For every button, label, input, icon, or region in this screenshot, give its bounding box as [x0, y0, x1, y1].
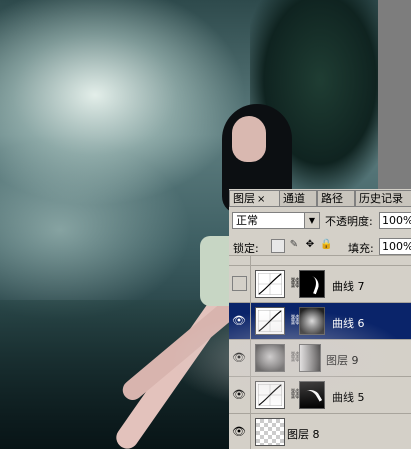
- tab-paths-label: 路径: [321, 192, 343, 205]
- face: [232, 116, 266, 162]
- divider: [250, 266, 251, 303]
- tab-channels[interactable]: 通道: [279, 190, 317, 206]
- fill-label: 填充:: [348, 242, 374, 255]
- chevron-down-icon[interactable]: ▼: [304, 213, 319, 228]
- blend-mode-value: 正常: [236, 214, 258, 227]
- fill-input[interactable]: 100%: [379, 238, 411, 255]
- layer-mask-thumbnail[interactable]: [299, 307, 325, 335]
- layer-thumbnail: [255, 344, 285, 372]
- tab-layers-label: 图层: [233, 192, 255, 205]
- lock-transparency-icon[interactable]: [271, 239, 285, 253]
- eye-icon[interactable]: 👁: [231, 424, 247, 440]
- close-icon[interactable]: ×: [257, 194, 265, 205]
- brush-icon[interactable]: ✎: [288, 239, 300, 251]
- layers-panel: 图层 × 通道 路径 历史记录 正常 ▼ 不透明度: 100% 锁定: ✎ ✥ 🔒…: [229, 189, 411, 449]
- workspace-background: [378, 0, 411, 190]
- divider: [250, 303, 251, 340]
- layer-mask-thumbnail[interactable]: [299, 344, 321, 372]
- panel-tabs: 图层 × 通道 路径 历史记录: [229, 189, 411, 207]
- tab-history-label: 历史记录: [359, 192, 403, 205]
- eye-icon[interactable]: 👁: [231, 350, 247, 366]
- divider: [250, 414, 251, 449]
- layer-row[interactable]: 👁 ⛓ 图层 9: [229, 339, 411, 377]
- visibility-toggle-empty[interactable]: [232, 276, 247, 291]
- move-icon[interactable]: ✥: [304, 239, 316, 251]
- tab-history[interactable]: 历史记录: [355, 190, 411, 206]
- layer-name[interactable]: 曲线 5: [332, 389, 365, 405]
- tab-channels-label: 通道: [283, 192, 305, 205]
- curves-adjustment-icon: [255, 381, 285, 409]
- layer-mask-thumbnail[interactable]: [299, 270, 325, 298]
- blend-mode-select[interactable]: 正常 ▼: [232, 212, 320, 229]
- layer-row[interactable]: 👁 ⛓ 曲线 5: [229, 376, 411, 414]
- layer-mask-thumbnail[interactable]: [299, 381, 325, 409]
- divider: [250, 377, 251, 414]
- layer-name[interactable]: 曲线 7: [332, 278, 365, 294]
- layer-row[interactable]: 👁 图层 8: [229, 413, 411, 449]
- layer-row-selected[interactable]: 👁 ⛓ 曲线 6: [229, 302, 411, 340]
- eye-icon[interactable]: 👁: [231, 313, 247, 329]
- opacity-input[interactable]: 100%: [379, 212, 411, 229]
- curves-adjustment-icon: [255, 307, 285, 335]
- layer-row-partial[interactable]: [229, 255, 411, 266]
- opacity-label: 不透明度:: [325, 215, 373, 228]
- tab-paths[interactable]: 路径: [317, 190, 355, 206]
- layer-name[interactable]: 图层 8: [287, 426, 320, 442]
- layer-name[interactable]: 曲线 6: [332, 315, 365, 331]
- lock-icon[interactable]: 🔒: [320, 239, 332, 251]
- layer-row[interactable]: ⛓ 曲线 7: [229, 265, 411, 303]
- divider: [250, 340, 251, 377]
- layer-thumbnail: [255, 418, 285, 446]
- lock-label: 锁定:: [233, 242, 259, 255]
- curves-adjustment-icon: [255, 270, 285, 298]
- layer-name[interactable]: 图层 9: [326, 352, 359, 368]
- tab-layers[interactable]: 图层 ×: [229, 190, 281, 206]
- eye-icon[interactable]: 👁: [231, 387, 247, 403]
